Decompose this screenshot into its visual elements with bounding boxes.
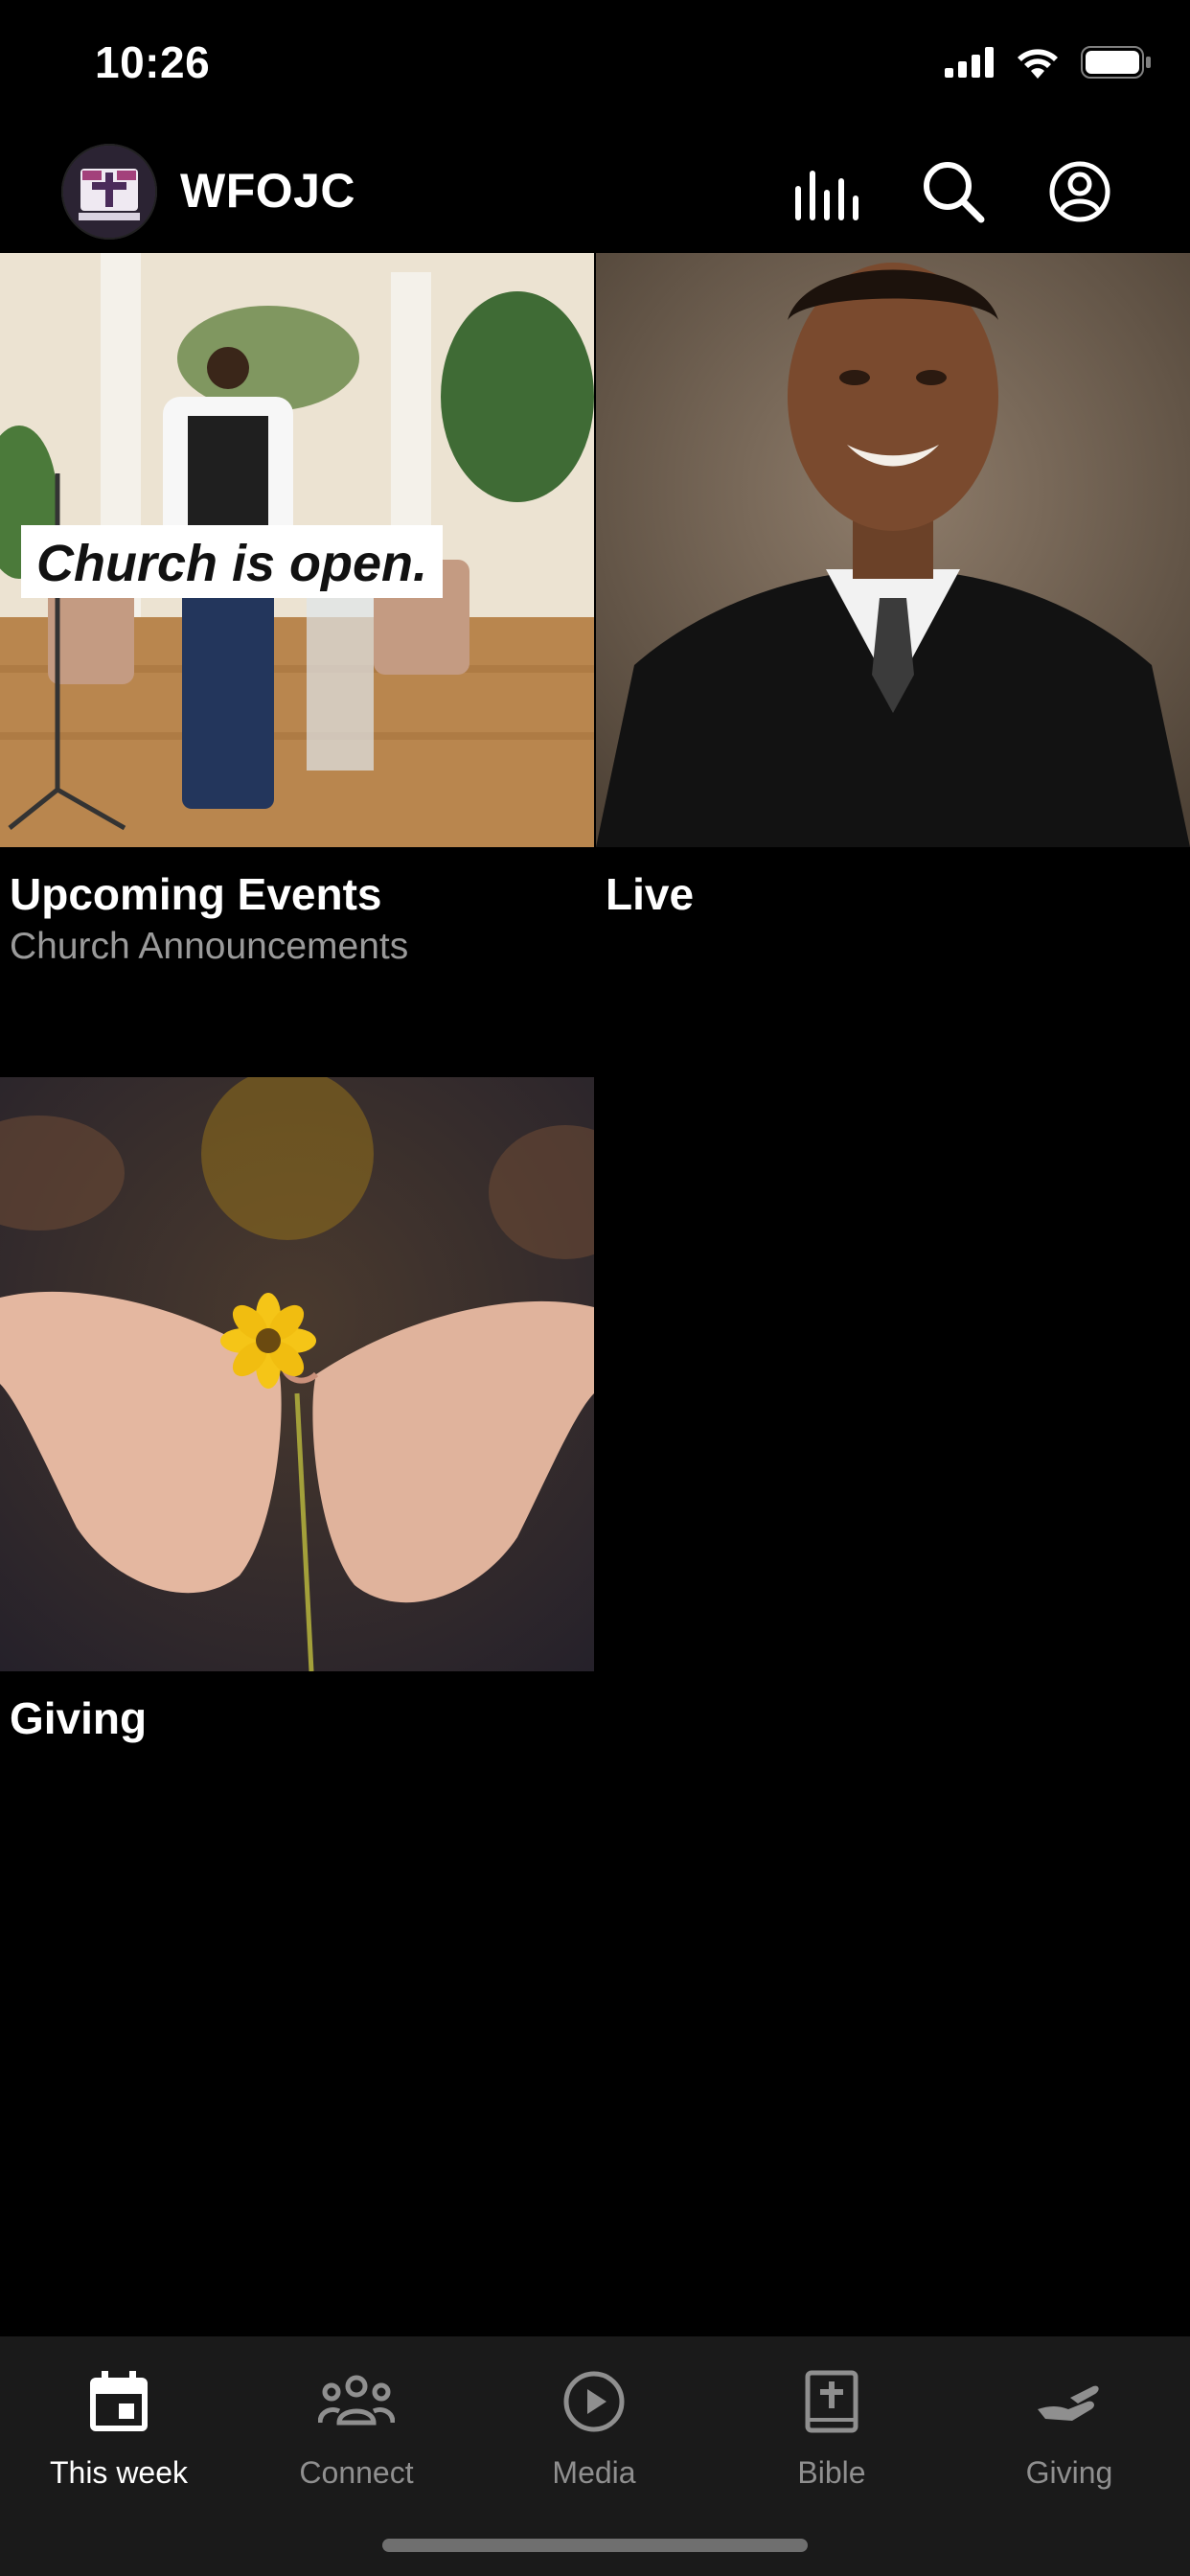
tab-connect[interactable]: Connect xyxy=(238,2336,475,2509)
people-icon xyxy=(318,2375,395,2426)
upcoming-events-subtitle: Church Announcements xyxy=(10,926,409,967)
status-icons xyxy=(945,46,1152,79)
upcoming-events-image: Church is open. xyxy=(0,253,594,847)
play-circle-icon xyxy=(563,2371,625,2432)
tab-bible[interactable]: Bible xyxy=(713,2336,950,2509)
search-icon xyxy=(924,162,985,223)
giving-title[interactable]: Giving xyxy=(10,1692,147,1744)
tab-giving[interactable]: Giving xyxy=(950,2336,1188,2509)
tab-label: Connect xyxy=(299,2455,414,2490)
tab-label: Bible xyxy=(797,2455,866,2490)
app-title: WFOJC xyxy=(180,164,356,218)
tab-this-week[interactable]: This week xyxy=(0,2336,238,2509)
upcoming-events-tile[interactable]: Church is open. xyxy=(0,253,594,847)
battery-icon xyxy=(1081,46,1151,79)
audio-bars-button[interactable] xyxy=(789,153,865,230)
church-open-text: Church is open. xyxy=(36,535,427,592)
status-time: 10:26 xyxy=(95,37,211,87)
top-navigation: WFOJC xyxy=(0,134,1190,253)
search-button[interactable] xyxy=(915,153,992,230)
giving-tile[interactable] xyxy=(0,1077,594,1671)
live-title[interactable]: Live xyxy=(606,868,694,920)
tab-label: This week xyxy=(49,2455,189,2490)
tab-label: Giving xyxy=(1025,2455,1113,2490)
giving-hand-icon xyxy=(1038,2385,1099,2421)
audio-bars-icon xyxy=(795,171,858,220)
live-tile[interactable] xyxy=(596,253,1190,847)
tab-media[interactable]: Media xyxy=(475,2336,713,2509)
giving-image xyxy=(0,1077,594,1671)
home-indicator[interactable] xyxy=(382,2539,808,2552)
live-image xyxy=(596,253,1190,847)
signal-icon xyxy=(945,47,994,78)
user-circle-icon xyxy=(1049,161,1110,222)
tab-label: Media xyxy=(552,2455,636,2490)
upcoming-events-title[interactable]: Upcoming Events xyxy=(10,868,382,920)
wifi-icon xyxy=(1018,49,1058,79)
calendar-icon xyxy=(90,2371,148,2431)
bible-icon xyxy=(805,2370,858,2433)
status-bar: 10:26 xyxy=(0,0,1190,134)
profile-button[interactable] xyxy=(1041,153,1118,230)
church-logo[interactable] xyxy=(61,144,157,240)
